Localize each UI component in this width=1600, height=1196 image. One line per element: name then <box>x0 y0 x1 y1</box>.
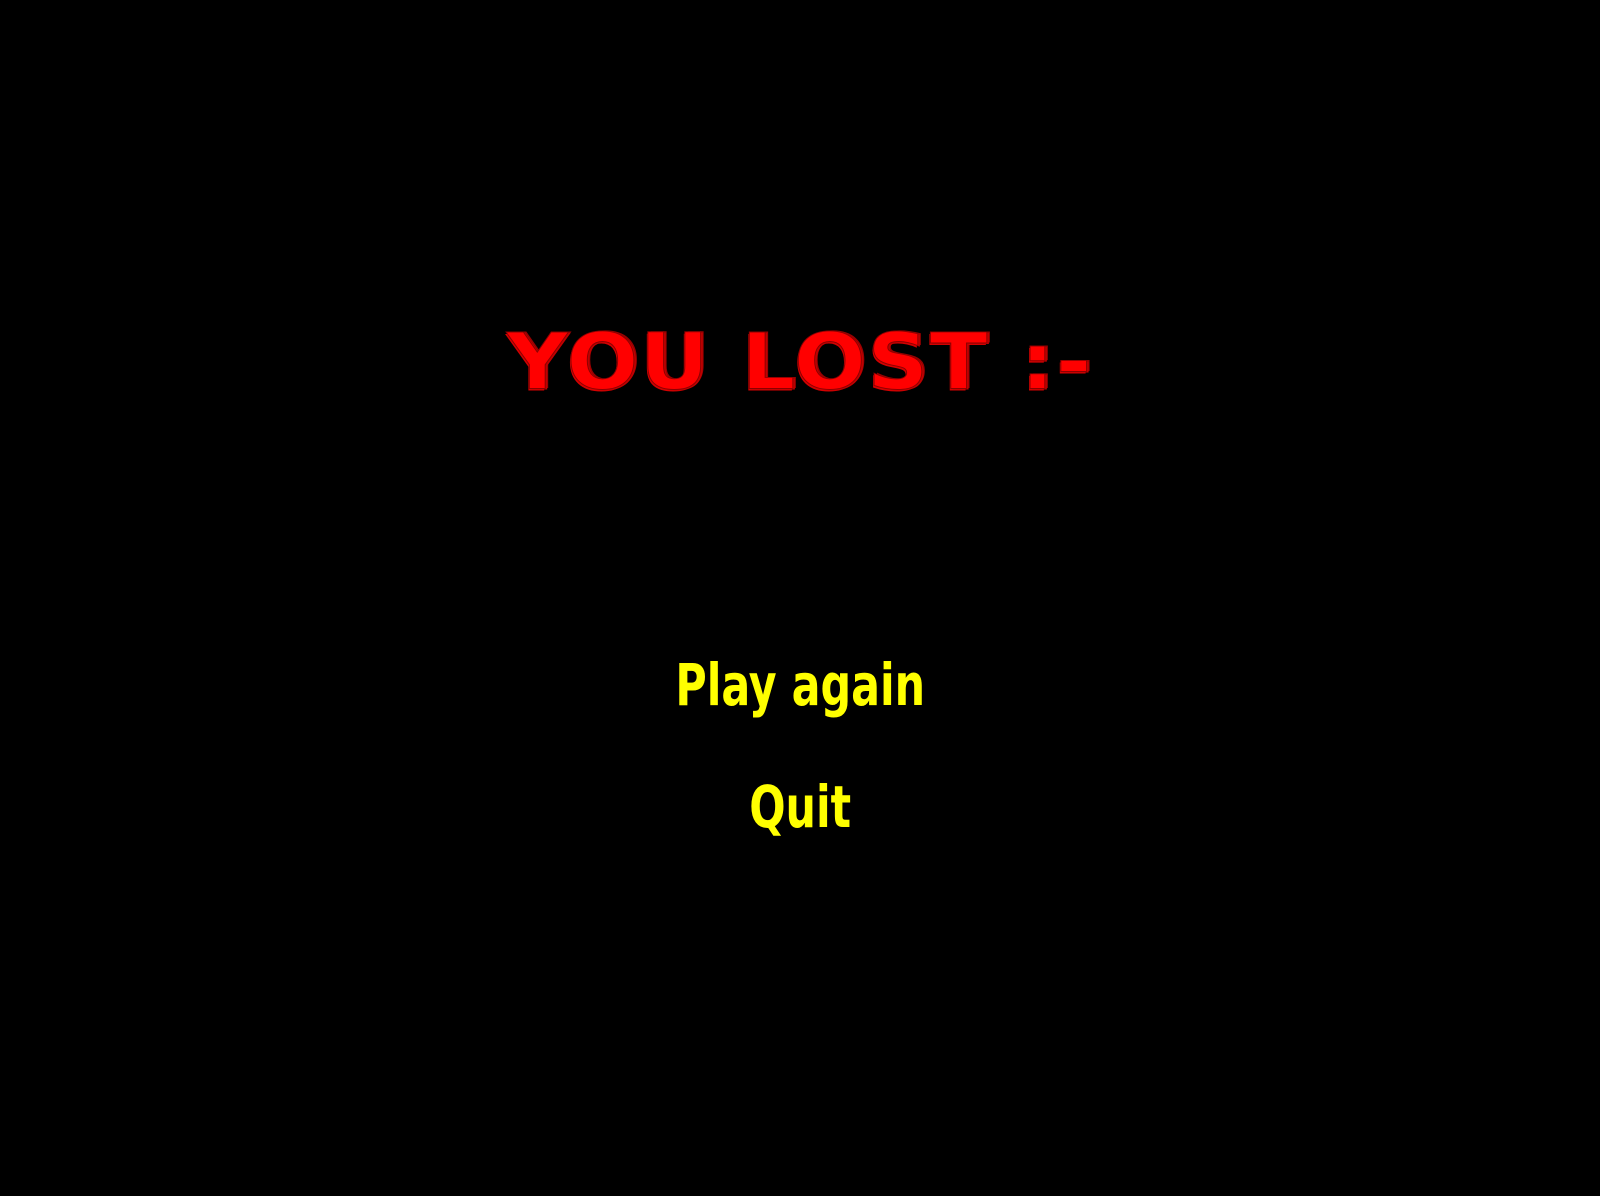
quit-button[interactable]: Quit <box>0 772 1600 842</box>
play-again-label: Play again <box>675 651 925 719</box>
game-over-screen: YOU LOST :- Play again Quit <box>0 0 1600 1196</box>
quit-label: Quit <box>749 773 851 841</box>
play-again-button[interactable]: Play again <box>0 650 1600 720</box>
game-over-title: YOU LOST :- <box>506 316 1094 408</box>
